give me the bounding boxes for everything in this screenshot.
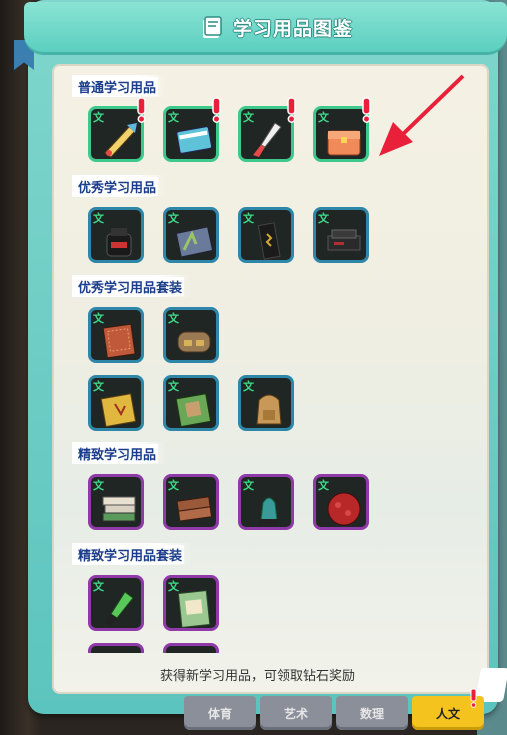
section-label-text: 精致学习用品套装 <box>76 544 185 564</box>
ink-stone-icon <box>327 229 361 251</box>
item-certificate[interactable]: 文 <box>163 575 219 631</box>
section-label-text: 精致学习用品 <box>76 443 159 463</box>
backpack-icon <box>256 394 282 425</box>
yellow-book-icon <box>100 393 137 428</box>
pencil-case-icon <box>177 331 211 353</box>
item-pen[interactable]: 文 <box>88 97 146 162</box>
jade-statue-icon <box>259 497 279 525</box>
item-bamboo-book[interactable]: 文 <box>163 207 219 263</box>
green-book-icon <box>175 393 212 428</box>
item-ink-stick[interactable]: 文 <box>238 207 294 263</box>
tab-label: 艺术 <box>283 706 308 721</box>
alert-icon <box>470 688 477 708</box>
red-book-icon <box>102 323 136 359</box>
notebook-icon <box>176 126 213 154</box>
certificate-icon <box>177 590 211 628</box>
pointer-arrow-icon <box>379 74 465 156</box>
category-tabs: 体育 艺术 数理 人文 <box>184 688 484 730</box>
item-backpack[interactable]: 文 <box>238 375 294 431</box>
ink-stick-icon <box>257 222 281 260</box>
book-icon <box>203 16 222 38</box>
section-label-text: 优秀学习用品 <box>76 176 159 196</box>
alert-icon <box>212 97 221 123</box>
header: 学习用品图鉴 <box>199 10 353 44</box>
item-book-stack[interactable]: 文 <box>88 474 144 530</box>
item-green-book[interactable]: 文 <box>163 375 219 431</box>
chest-icon <box>327 130 361 156</box>
tab-label: 数理 <box>359 706 384 721</box>
item-green-brush[interactable]: 文 <box>88 575 144 631</box>
tab-label: 人文 <box>435 706 460 721</box>
item-red-seal[interactable]: 文 <box>313 474 369 530</box>
green-brush-icon <box>105 591 134 626</box>
section-label-excellent: 优秀学习用品 <box>72 175 167 197</box>
ink-jar-icon <box>106 228 132 257</box>
item-partial-1[interactable] <box>88 643 144 653</box>
item-red-book[interactable]: 文 <box>88 307 144 363</box>
red-seal-icon <box>327 492 361 526</box>
item-brown-books[interactable]: 文 <box>163 474 219 530</box>
item-jade-statue[interactable]: 文 <box>238 474 294 530</box>
item-box[interactable]: 文 <box>313 97 371 162</box>
item-notebook[interactable]: 文 <box>163 97 221 162</box>
tab-art[interactable]: 艺术 <box>260 696 332 730</box>
item-ink-jar[interactable]: 文 <box>88 207 144 263</box>
book-stack-icon <box>102 496 136 522</box>
alert-icon <box>287 97 296 123</box>
section-label-fine: 精致学习用品 <box>72 442 167 464</box>
paintbrush-icon <box>253 122 282 157</box>
section-label-excellent-set: 优秀学习用品套装 <box>72 275 193 297</box>
bamboo-book-icon <box>175 226 214 258</box>
tab-label: 体育 <box>207 706 232 721</box>
alert-icon <box>137 97 146 123</box>
section-label-text: 普通学习用品 <box>76 76 159 96</box>
section-label-text: 优秀学习用品套装 <box>76 276 185 296</box>
tab-math-science[interactable]: 数理 <box>336 696 408 730</box>
tab-sports[interactable]: 体育 <box>184 696 256 730</box>
item-yellow-book[interactable]: 文 <box>88 375 144 431</box>
item-partial-2[interactable] <box>163 643 219 653</box>
brown-books-icon <box>176 496 213 522</box>
reward-hint: 获得新学习用品，可领取钻石奖励 <box>160 669 356 684</box>
item-pencil-case[interactable]: 文 <box>163 307 219 363</box>
section-label-common: 普通学习用品 <box>72 75 167 97</box>
item-ink-stone[interactable]: 文 <box>313 207 369 263</box>
alert-icon <box>362 97 371 123</box>
tab-humanities[interactable]: 人文 <box>412 688 484 730</box>
fountain-pen-icon <box>104 123 137 158</box>
page-title: 学习用品图鉴 <box>233 17 354 40</box>
section-label-fine-set: 精致学习用品套装 <box>72 543 193 565</box>
header-band: 学习用品图鉴 <box>24 2 507 55</box>
item-brush[interactable]: 文 <box>238 97 296 162</box>
